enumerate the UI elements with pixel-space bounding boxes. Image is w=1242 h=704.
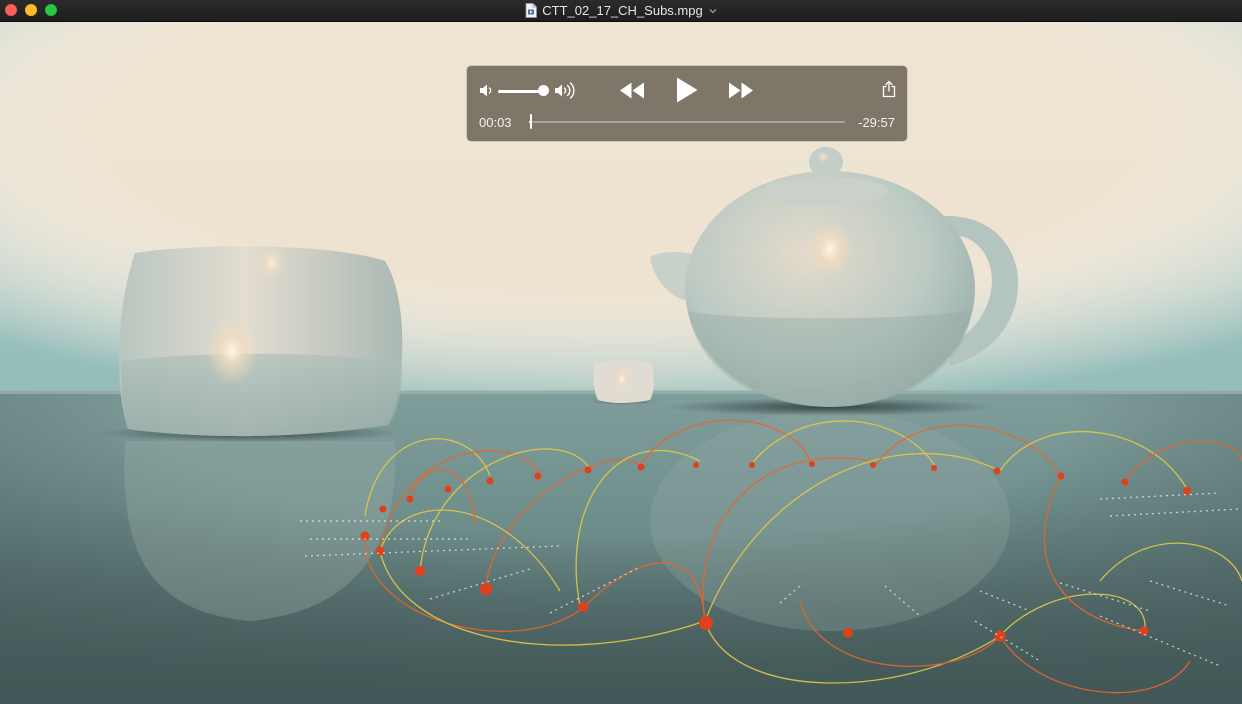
quicktime-window: CTT_02_17_CH_Subs.mpg 00:03 -29:57 (0, 0, 1242, 704)
playback-controls[interactable]: 00:03 -29:57 (467, 66, 907, 141)
volume-slider-knob[interactable] (537, 85, 549, 96)
elapsed-time: 00:03 (479, 115, 512, 130)
window-title-menu[interactable]: CTT_02_17_CH_Subs.mpg (0, 0, 1242, 21)
share-icon[interactable] (882, 80, 896, 98)
rewind-icon[interactable] (619, 81, 645, 100)
title-bar[interactable]: CTT_02_17_CH_Subs.mpg (0, 0, 1242, 22)
window-title: CTT_02_17_CH_Subs.mpg (542, 3, 703, 18)
chevron-down-icon (709, 8, 717, 13)
volume-high-icon[interactable] (554, 82, 577, 99)
remaining-time: -29:57 (858, 115, 895, 130)
play-icon[interactable] (675, 76, 699, 104)
timeline-playhead[interactable] (529, 114, 532, 129)
fast-forward-icon[interactable] (728, 81, 754, 100)
volume-low-icon[interactable] (479, 83, 495, 98)
document-icon (525, 3, 538, 18)
timeline-scrubber[interactable] (529, 121, 845, 123)
